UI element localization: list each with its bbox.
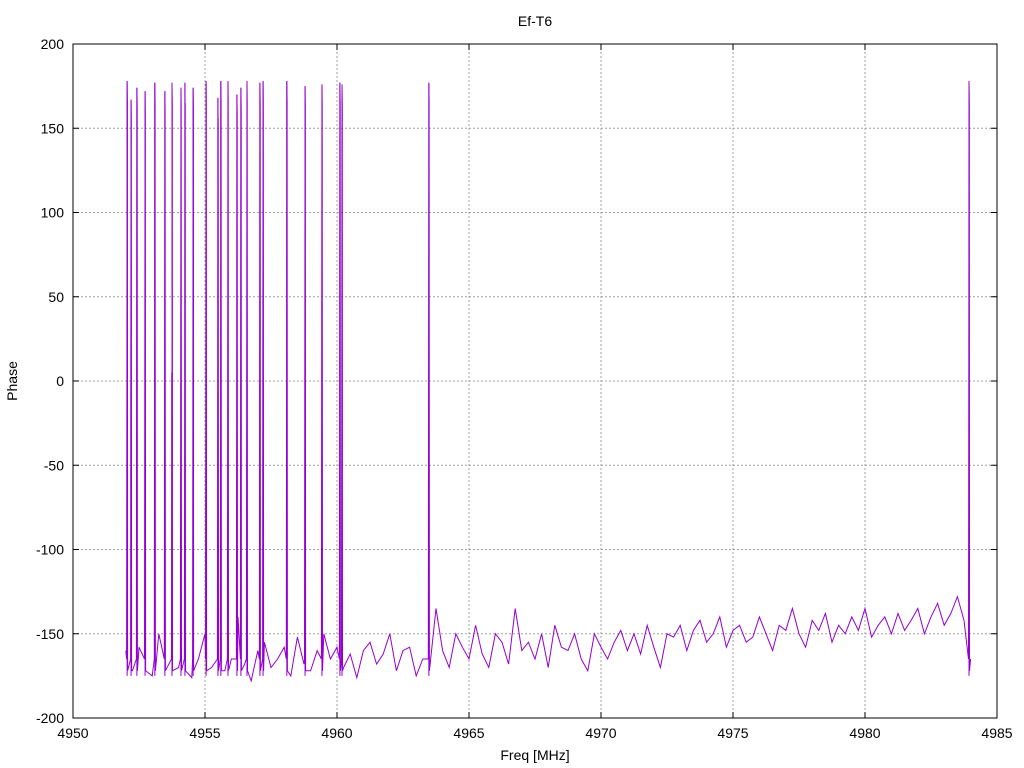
ticks: 4950 4955 4960 4965 4970 4975 4980 4985 -200 -150… [36,36,1013,741]
y-tick-label: 150 [41,120,65,136]
chart-title: Ef-T6 [518,13,552,29]
x-tick-label: 4980 [849,725,880,741]
phase-line [125,81,972,683]
x-tick-label: 4960 [321,725,352,741]
x-tick-label: 4975 [717,725,748,741]
y-tick-label: -50 [44,457,64,473]
x-tick-label: 4965 [453,725,484,741]
y-axis-label: Phase [4,361,20,401]
x-tick-label: 4950 [57,725,88,741]
series-phase [125,81,972,683]
y-tick-label: 50 [48,289,64,305]
phase-chart: 4950 4955 4960 4965 4970 4975 4980 4985 -200 -150… [4,13,1013,763]
y-tick-label: 0 [56,373,64,389]
x-tick-label: 4955 [189,725,220,741]
grid [73,44,997,718]
y-tick-label: 200 [41,36,65,52]
x-axis-label: Freq [MHz] [500,747,569,763]
y-tick-label: -150 [36,626,64,642]
x-tick-label: 4970 [585,725,616,741]
y-tick-label: 100 [41,205,65,221]
y-tick-label: -100 [36,542,64,558]
x-tick-label: 4985 [981,725,1012,741]
y-tick-label: -200 [36,710,64,726]
